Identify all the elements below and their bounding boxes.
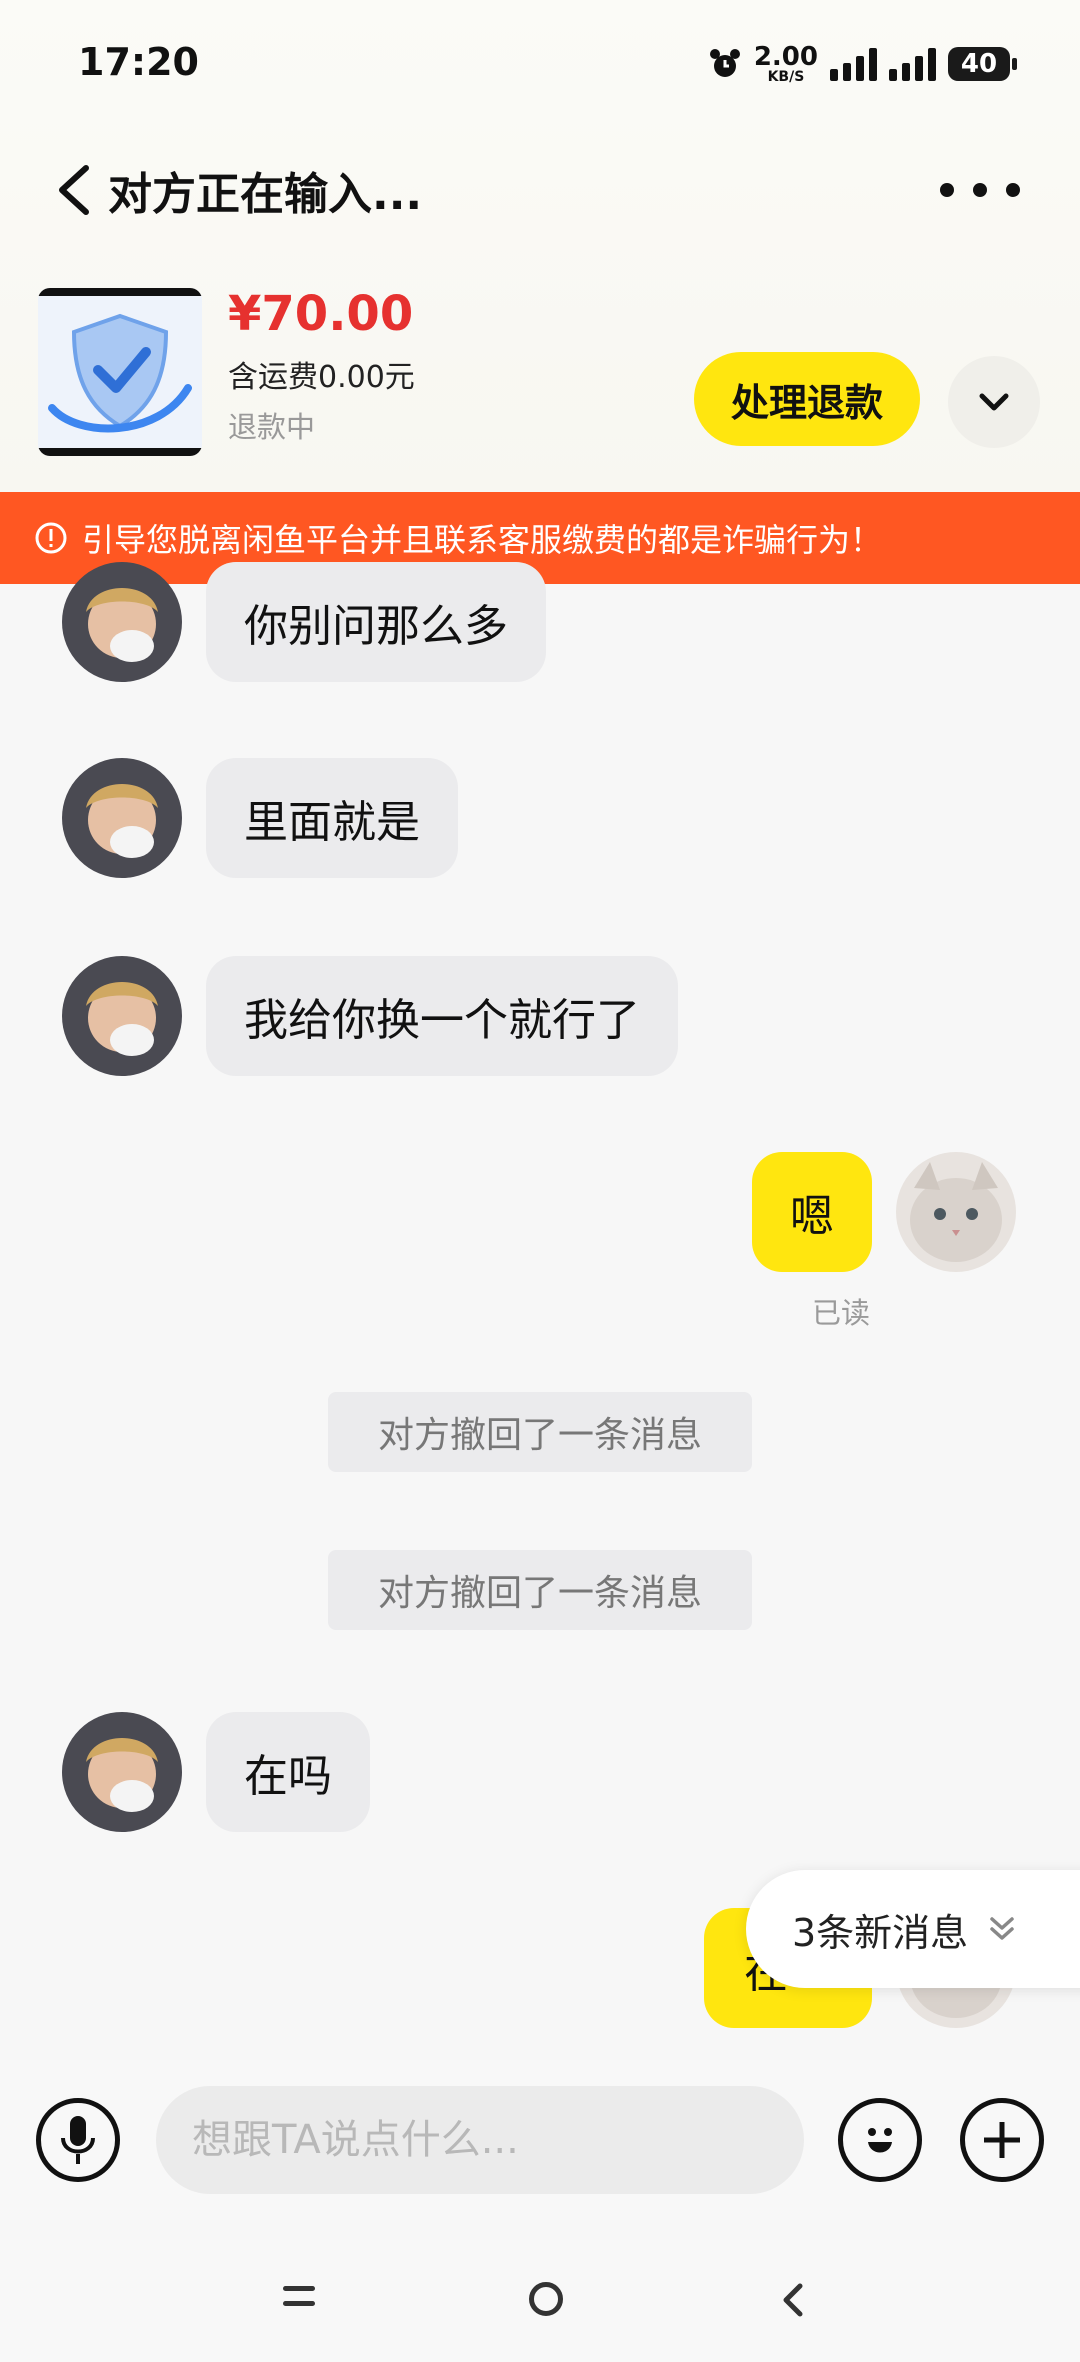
- my-message-bubble[interactable]: 嗯: [752, 1152, 872, 1272]
- emoji-button[interactable]: [838, 2098, 922, 2182]
- message-bubble[interactable]: 里面就是: [206, 758, 458, 878]
- message-bubble[interactable]: 你别问那么多: [206, 562, 546, 682]
- order-status: 退款中: [228, 410, 316, 444]
- signal-icon-2: [889, 47, 936, 81]
- input-bar: [0, 2060, 1080, 2220]
- product-thumbnail[interactable]: [38, 288, 202, 456]
- nav-back-icon[interactable]: [774, 2280, 814, 2320]
- expand-button[interactable]: [948, 356, 1040, 448]
- message-bubble[interactable]: 在吗: [206, 1712, 370, 1832]
- network-speed: 2.00 KB/S: [753, 42, 818, 85]
- avatar[interactable]: [62, 562, 182, 682]
- back-icon[interactable]: [50, 162, 100, 218]
- handle-refund-button[interactable]: 处理退款: [694, 352, 920, 446]
- product-price: ¥70.00: [228, 286, 414, 342]
- new-messages-pill[interactable]: 3条新消息: [746, 1870, 1080, 1988]
- smiley-icon: [868, 2128, 892, 2153]
- signal-icon: [830, 47, 877, 81]
- menu-icon[interactable]: [283, 2286, 315, 2312]
- avatar[interactable]: [62, 1712, 182, 1832]
- read-receipt: 已读: [812, 1296, 871, 1330]
- avatar[interactable]: [62, 956, 182, 1076]
- more-actions-button[interactable]: [960, 2098, 1044, 2182]
- battery-icon: 40: [948, 47, 1017, 81]
- message-bubble[interactable]: 我给你换一个就行了: [206, 956, 678, 1076]
- microphone-icon: [61, 2116, 95, 2164]
- status-time: 17:20: [78, 40, 199, 84]
- plus-icon: [984, 2122, 1020, 2158]
- fraud-warning-banner: 引导您脱离闲鱼平台并且联系客服缴费的都是诈骗行为！: [0, 492, 1080, 584]
- status-icons: 2.00 KB/S 40: [708, 42, 1017, 85]
- warning-text: 引导您脱离闲鱼平台并且联系客服缴费的都是诈骗行为！: [82, 521, 883, 559]
- home-icon[interactable]: [529, 2282, 563, 2316]
- alert-icon: [35, 522, 67, 554]
- my-avatar[interactable]: [896, 1152, 1016, 1272]
- recall-notice: 对方撤回了一条消息: [328, 1550, 752, 1630]
- system-nav-bar: [0, 2240, 1080, 2362]
- message-input[interactable]: [156, 2086, 804, 2194]
- shipping-fee: 含运费0.00元: [228, 360, 415, 395]
- chevron-down-icon: [979, 393, 1009, 411]
- recall-notice: 对方撤回了一条消息: [328, 1392, 752, 1472]
- chat-header: 对方正在输入...: [0, 140, 1080, 240]
- chat-title: 对方正在输入...: [108, 169, 423, 220]
- more-options-icon[interactable]: [940, 162, 1020, 218]
- voice-button[interactable]: [36, 2098, 120, 2182]
- status-bar: 17:20 2.00 KB/S 40: [0, 0, 1080, 130]
- product-card[interactable]: ¥70.00 含运费0.00元 退款中 处理退款: [0, 280, 1080, 460]
- avatar[interactable]: [62, 758, 182, 878]
- alarm-icon: [709, 49, 740, 77]
- shield-check-icon: [38, 288, 202, 456]
- double-chevron-down-icon: [990, 1917, 1014, 1940]
- new-messages-label: 3条新消息: [792, 1910, 969, 1955]
